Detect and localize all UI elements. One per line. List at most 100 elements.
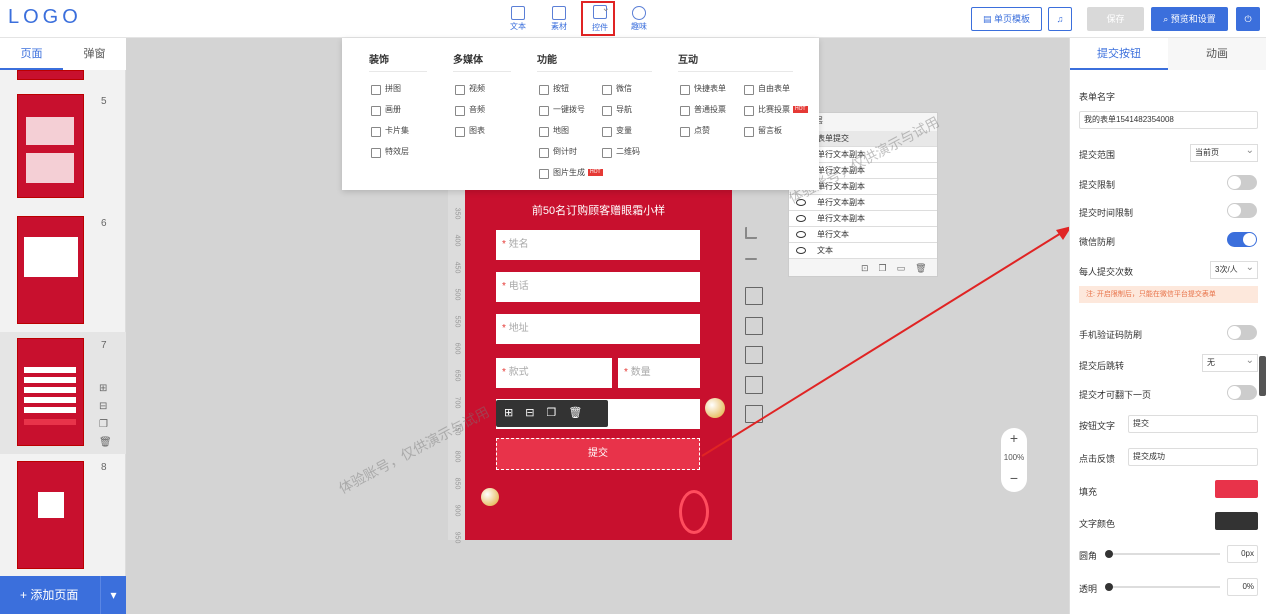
menu-item-like[interactable]: 点赞: [680, 124, 710, 138]
menu-item-album[interactable]: 画册: [371, 103, 401, 117]
menu-item-dial[interactable]: 一键拨号: [539, 103, 585, 117]
address-field[interactable]: * 地址: [496, 314, 700, 344]
chevron-down-icon[interactable]: ▾: [100, 576, 126, 614]
trash-icon[interactable]: 🗑: [568, 407, 594, 419]
tab-animation[interactable]: 动画: [1168, 38, 1266, 70]
time-limit-label: 提交时间限制: [1079, 208, 1134, 218]
per-person-select[interactable]: 3次/人: [1210, 260, 1258, 279]
menu-item-chart[interactable]: 图表: [455, 124, 485, 138]
spacing-icon[interactable]: ⊟: [525, 407, 546, 419]
sms-toggle[interactable]: [1227, 325, 1257, 340]
menu-item-map[interactable]: 地图: [539, 124, 569, 138]
wechat-toggle[interactable]: [1227, 232, 1257, 247]
limit-toggle[interactable]: [1227, 175, 1257, 190]
page-number: 7: [101, 340, 107, 351]
add-page-label: + 添加页面: [20, 588, 79, 602]
tool-material-label: 素材: [551, 22, 567, 31]
single-page-template-button[interactable]: ▤ 单页模板: [971, 7, 1042, 31]
layer-row[interactable]: 单行文本副本: [789, 195, 937, 211]
menu-item-puzzle[interactable]: 拼图: [371, 82, 401, 96]
text-color-swatch[interactable]: [1215, 512, 1258, 530]
scope-select[interactable]: 当前页: [1190, 143, 1258, 162]
add-page-button[interactable]: + 添加页面 ▾: [0, 576, 126, 614]
layout-icon[interactable]: ⊟: [99, 398, 112, 416]
properties-panel: 提交按钮 动画 表单名字 我的表单1541482354008 提交范围 当前页 …: [1069, 38, 1266, 614]
element-toolbar: ⊞⊟❐🗑: [496, 400, 608, 427]
submit-button[interactable]: 提交: [496, 438, 700, 470]
menu-item-effects[interactable]: 特效层: [371, 145, 409, 159]
menu-item-variable[interactable]: 变量: [602, 124, 632, 138]
side-handle[interactable]: [1259, 356, 1266, 396]
phone-field[interactable]: * 电话: [496, 272, 700, 302]
menu-item-quick-form[interactable]: 快捷表单: [680, 82, 726, 96]
page-thumb-6[interactable]: [17, 216, 84, 324]
menu-item-video[interactable]: 视频: [455, 82, 485, 96]
zoom-out-button[interactable]: −: [1001, 468, 1027, 488]
image-icon: [552, 6, 566, 20]
music-button[interactable]: ♫: [1048, 7, 1072, 31]
save-button[interactable]: 保存: [1087, 7, 1144, 31]
menu-item-contest-vote[interactable]: 比赛投票 HOT: [744, 103, 808, 117]
preview-settings-button[interactable]: ⌕ 预览和设置: [1151, 7, 1228, 31]
opacity-input[interactable]: 0%: [1227, 578, 1258, 596]
menu-item-qrcode[interactable]: 二维码: [602, 145, 640, 159]
copy-icon[interactable]: ❐: [99, 416, 112, 434]
add-icon[interactable]: ⊞: [99, 380, 112, 398]
name-field[interactable]: * 姓名: [496, 230, 700, 260]
required-mark: *: [502, 239, 506, 250]
menu-item-countdown[interactable]: 倒计时: [539, 145, 577, 159]
menu-item-button[interactable]: 按钮: [539, 82, 569, 96]
style-field[interactable]: * 款式: [496, 358, 612, 388]
tool-widget[interactable]: 控件: [581, 1, 615, 36]
radius-slider[interactable]: [1105, 550, 1220, 558]
tool-text[interactable]: 文本: [503, 4, 533, 34]
jump-select[interactable]: 无: [1202, 353, 1258, 372]
tab-popups[interactable]: 弹窗: [63, 38, 126, 70]
layer-name: 单行文本副本: [817, 166, 865, 175]
power-button[interactable]: ⏻: [1236, 7, 1260, 31]
menu-item-image-gen[interactable]: 图片生成 HOT: [539, 166, 603, 180]
page-thumb-5[interactable]: [17, 94, 84, 198]
menu-item-free-form[interactable]: 自由表单: [744, 82, 790, 96]
opacity-label: 透明: [1079, 584, 1098, 594]
align-icon[interactable]: ⊞: [504, 407, 525, 419]
copy-icon[interactable]: ❐: [546, 407, 568, 419]
button-text-input[interactable]: 提交: [1128, 415, 1258, 433]
menu-item-cards[interactable]: 卡片集: [371, 124, 409, 138]
tool-material[interactable]: 素材: [544, 4, 574, 34]
menu-item-vote[interactable]: 普通投票: [680, 103, 726, 117]
menu-item-wechat[interactable]: 微信: [602, 82, 632, 96]
time-limit-toggle[interactable]: [1227, 203, 1257, 218]
button-text-label: 按钮文字: [1079, 421, 1116, 431]
page-thumb-8[interactable]: [17, 461, 84, 569]
quantity-field[interactable]: * 数量: [618, 358, 700, 388]
menu-item-nav[interactable]: 导航: [602, 103, 632, 117]
fill-color-swatch[interactable]: [1215, 480, 1258, 498]
trash-icon[interactable]: 🗑: [99, 434, 112, 452]
menu-item-message-board[interactable]: 留言板: [744, 124, 782, 138]
form-name-label: 表单名字: [1079, 92, 1116, 102]
form-name-input[interactable]: 我的表单1541482354008: [1079, 111, 1258, 129]
radius-input[interactable]: 0px: [1227, 545, 1258, 563]
layer-name: 表单提交: [817, 134, 849, 143]
page-thumb-7[interactable]: [17, 338, 84, 446]
next-page-toggle[interactable]: [1227, 385, 1257, 400]
contest-vote-label: 比赛投票: [758, 105, 790, 114]
menu-item-audio[interactable]: 音频: [455, 103, 485, 117]
next-page-label: 提交才可翻下一页: [1079, 390, 1152, 400]
page-thumb-4[interactable]: [17, 70, 84, 80]
fill-label: 填充: [1079, 487, 1098, 497]
ruler-tick: 700: [453, 396, 461, 409]
left-panel: 页面 弹窗 5 6 7 ⊞ ⊟ ❐ 🗑 8 + 添加页面 ▾: [0, 38, 126, 614]
ruler-tick: 500: [453, 288, 461, 301]
eye-icon[interactable]: [796, 199, 806, 206]
tab-submit-button[interactable]: 提交按钮: [1070, 38, 1168, 70]
tab-pages[interactable]: 页面: [0, 38, 63, 70]
template-icon: ▤: [982, 14, 994, 24]
page-actions: ⊞ ⊟ ❐ 🗑: [99, 380, 112, 452]
ruler-tick: 950: [453, 531, 461, 544]
opacity-slider[interactable]: [1105, 583, 1220, 591]
feedback-input[interactable]: 提交成功: [1128, 448, 1258, 466]
required-mark: *: [502, 323, 506, 334]
tool-fun[interactable]: 趣味: [624, 4, 654, 34]
